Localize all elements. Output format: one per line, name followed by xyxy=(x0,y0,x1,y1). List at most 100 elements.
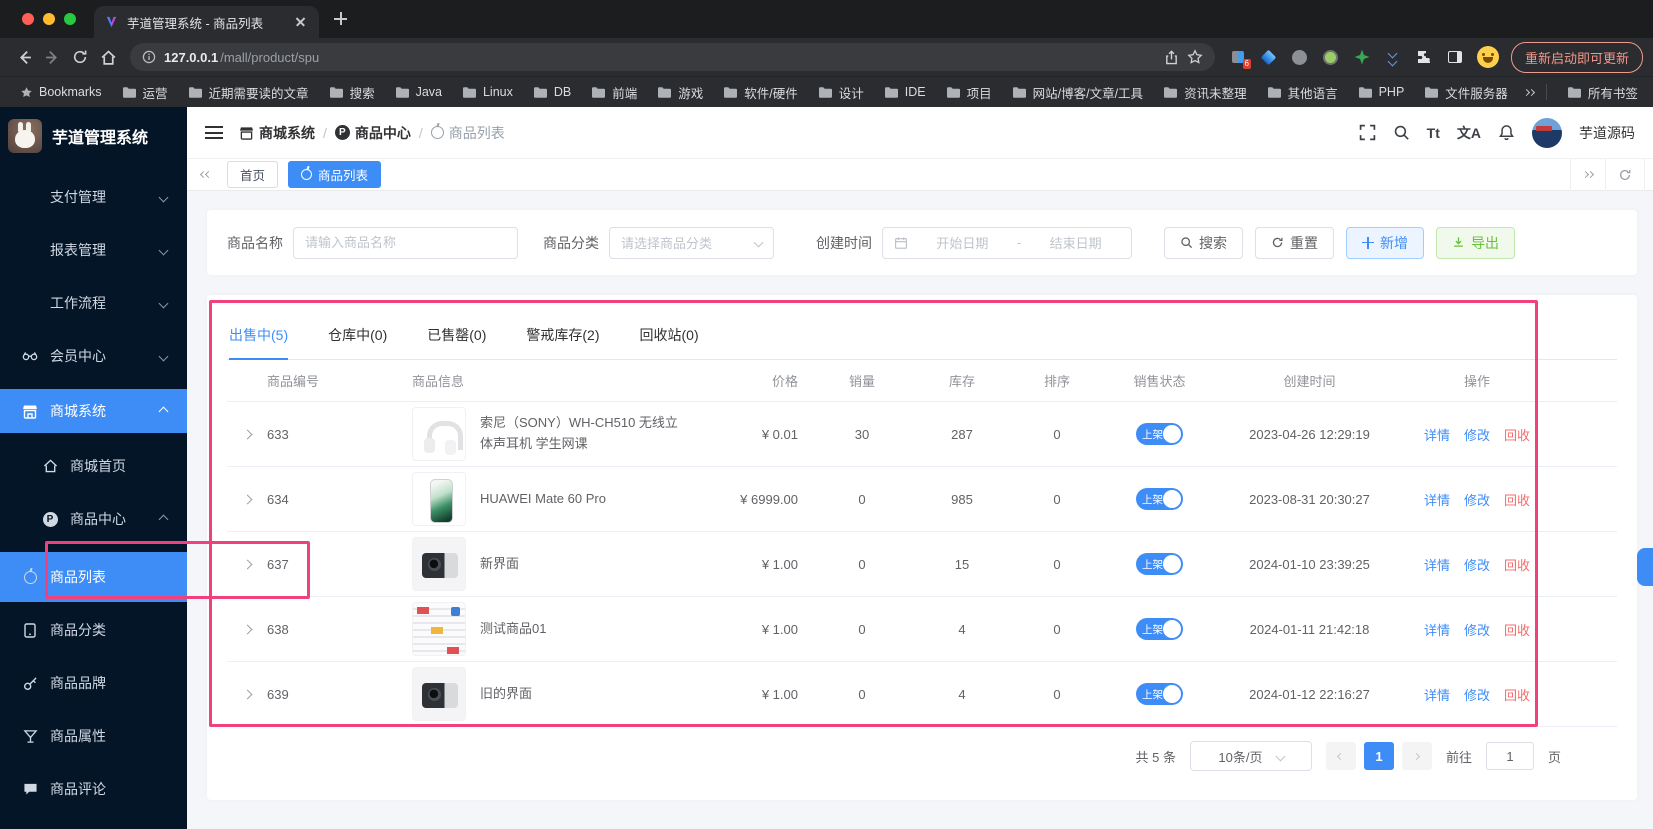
status-toggle[interactable]: 上架 xyxy=(1136,553,1183,575)
new-tab-button[interactable] xyxy=(329,7,353,31)
edit-link[interactable]: 修改 xyxy=(1464,685,1490,704)
recycle-link[interactable]: 回收 xyxy=(1504,425,1530,444)
sidebar-group[interactable]: 报表管理 xyxy=(0,230,187,270)
font-size-icon[interactable]: Tt xyxy=(1427,125,1440,141)
recycle-link[interactable]: 回收 xyxy=(1504,555,1530,574)
tags-scroll-right-icon[interactable] xyxy=(1571,158,1606,191)
search-button[interactable]: 搜索 xyxy=(1164,226,1243,259)
language-icon[interactable]: 文A xyxy=(1457,123,1481,143)
status-tab[interactable]: 出售中(5) xyxy=(229,319,289,360)
sidebar-item-product-category[interactable]: 商品分类 xyxy=(0,610,187,650)
notification-bell-icon[interactable] xyxy=(1498,124,1515,141)
bookmark-folder[interactable]: IDE xyxy=(876,80,934,105)
reset-button[interactable]: 重置 xyxy=(1255,226,1334,259)
fullscreen-icon[interactable] xyxy=(1359,124,1376,141)
detail-link[interactable]: 详情 xyxy=(1424,555,1450,574)
add-button[interactable]: 新增 xyxy=(1346,226,1424,259)
site-info-icon[interactable] xyxy=(142,50,156,64)
breadcrumb-mall-system[interactable]: 商城系统 xyxy=(239,123,315,143)
sidebar-item-mall-home[interactable]: 商城首页 xyxy=(0,446,187,486)
bookmark-folder[interactable]: 文件服务器 xyxy=(1416,80,1516,105)
bookmark-folder[interactable]: Linux xyxy=(454,80,521,105)
recycle-link[interactable]: 回收 xyxy=(1504,490,1530,509)
bookmarks-root[interactable]: Bookmarks xyxy=(12,82,110,102)
edit-link[interactable]: 修改 xyxy=(1464,555,1490,574)
search-icon[interactable] xyxy=(1393,124,1410,141)
recycle-link[interactable]: 回收 xyxy=(1504,620,1530,639)
row-expand-icon[interactable] xyxy=(227,429,267,439)
row-expand-icon[interactable] xyxy=(227,624,267,634)
bookmark-folder[interactable]: 资讯未整理 xyxy=(1155,80,1255,105)
reload-button[interactable] xyxy=(66,43,94,71)
bookmark-folder[interactable]: 前端 xyxy=(583,80,645,105)
status-tab[interactable]: 已售罄(0) xyxy=(427,319,486,359)
bookmark-folder[interactable]: 项目 xyxy=(938,80,1000,105)
detail-link[interactable]: 详情 xyxy=(1424,620,1450,639)
edit-link[interactable]: 修改 xyxy=(1464,490,1490,509)
bookmark-folder[interactable]: 软件/硬件 xyxy=(715,80,805,105)
prev-page-button[interactable] xyxy=(1325,742,1356,770)
extension-kite-icon[interactable] xyxy=(1260,48,1278,66)
tags-refresh-icon[interactable] xyxy=(1606,158,1645,191)
sidebar-item-product-center[interactable]: P 商品中心 xyxy=(0,499,187,539)
bookmark-folder[interactable]: 运营 xyxy=(114,80,176,105)
row-expand-icon[interactable] xyxy=(227,689,267,699)
address-bar[interactable]: 127.0.0.1 /mall/product/spu xyxy=(130,43,1215,71)
side-panel-icon[interactable] xyxy=(1446,48,1464,66)
sidebar-item-member-center[interactable]: 会员中心 xyxy=(0,336,187,376)
bookmarks-overflow-chevron[interactable] xyxy=(1522,88,1535,96)
back-button[interactable] xyxy=(10,43,38,71)
maximize-window-button[interactable] xyxy=(64,13,76,25)
breadcrumb-product-center[interactable]: P 商品中心 xyxy=(334,123,411,143)
detail-link[interactable]: 详情 xyxy=(1424,425,1450,444)
sidebar-group[interactable]: 工作流程 xyxy=(0,283,187,323)
detail-link[interactable]: 详情 xyxy=(1424,490,1450,509)
extension-gray-icon[interactable] xyxy=(1291,48,1309,66)
extension-layers-icon[interactable] xyxy=(1384,48,1402,66)
extensions-puzzle-icon[interactable] xyxy=(1415,48,1433,66)
date-range-picker[interactable]: 开始日期 - 结束日期 xyxy=(882,226,1132,259)
extension-grid-icon[interactable]: 6 xyxy=(1229,48,1251,69)
product-category-select[interactable]: 请选择商品分类 xyxy=(609,226,774,259)
bookmark-folder[interactable]: 其他语言 xyxy=(1259,80,1346,105)
status-toggle[interactable]: 上架 xyxy=(1136,683,1183,705)
minimize-window-button[interactable] xyxy=(43,13,55,25)
page-size-select[interactable]: 10条/页 xyxy=(1189,741,1312,771)
product-name-input[interactable] xyxy=(305,235,506,250)
bookmark-folder[interactable]: PHP xyxy=(1350,80,1413,105)
menu-toggle-icon[interactable] xyxy=(205,126,223,139)
bookmark-folder[interactable]: 设计 xyxy=(810,80,872,105)
sidebar-item-product-brand[interactable]: 商品品牌 xyxy=(0,663,187,703)
status-toggle[interactable]: 上架 xyxy=(1136,423,1183,445)
status-toggle[interactable]: 上架 xyxy=(1136,488,1183,510)
status-tab[interactable]: 仓库中(0) xyxy=(328,319,387,359)
recycle-link[interactable]: 回收 xyxy=(1504,685,1530,704)
browser-tab[interactable]: 芋道管理系统 - 商品列表 xyxy=(94,6,319,38)
extension-green-icon[interactable] xyxy=(1322,48,1340,66)
status-toggle[interactable]: 上架 xyxy=(1136,618,1183,640)
bookmark-folder[interactable]: 游戏 xyxy=(649,80,711,105)
share-icon[interactable] xyxy=(1164,49,1179,65)
floating-handle[interactable] xyxy=(1637,548,1653,586)
all-bookmarks-folder[interactable]: 所有书签 xyxy=(1559,80,1646,105)
row-expand-icon[interactable] xyxy=(227,559,267,569)
sidebar-item-product-comment[interactable]: 商品评论 xyxy=(0,769,187,809)
sidebar-item-product-list[interactable]: 商品列表 xyxy=(0,552,187,602)
tags-scroll-left-icon[interactable] xyxy=(195,170,217,179)
row-expand-icon[interactable] xyxy=(227,494,267,504)
extension-star-icon[interactable] xyxy=(1353,48,1371,66)
status-tab[interactable]: 警戒库存(2) xyxy=(526,319,599,359)
tag-product-list[interactable]: 商品列表 xyxy=(288,161,382,188)
bookmark-folder[interactable]: 搜索 xyxy=(321,80,383,105)
next-page-button[interactable] xyxy=(1401,742,1432,770)
profile-avatar[interactable] xyxy=(1476,46,1499,68)
bookmark-folder[interactable]: Java xyxy=(387,80,450,105)
sidebar-item-mall-system[interactable]: 商城系统 xyxy=(0,389,187,433)
tag-home[interactable]: 首页 xyxy=(227,161,279,188)
detail-link[interactable]: 详情 xyxy=(1424,685,1450,704)
sidebar-item-order-center[interactable]: 订单中心 xyxy=(0,822,187,829)
window-controls[interactable] xyxy=(22,13,76,25)
tab-close-icon[interactable] xyxy=(293,14,309,30)
sidebar-group[interactable]: 支付管理 xyxy=(0,177,187,217)
current-page[interactable]: 1 xyxy=(1363,742,1394,770)
